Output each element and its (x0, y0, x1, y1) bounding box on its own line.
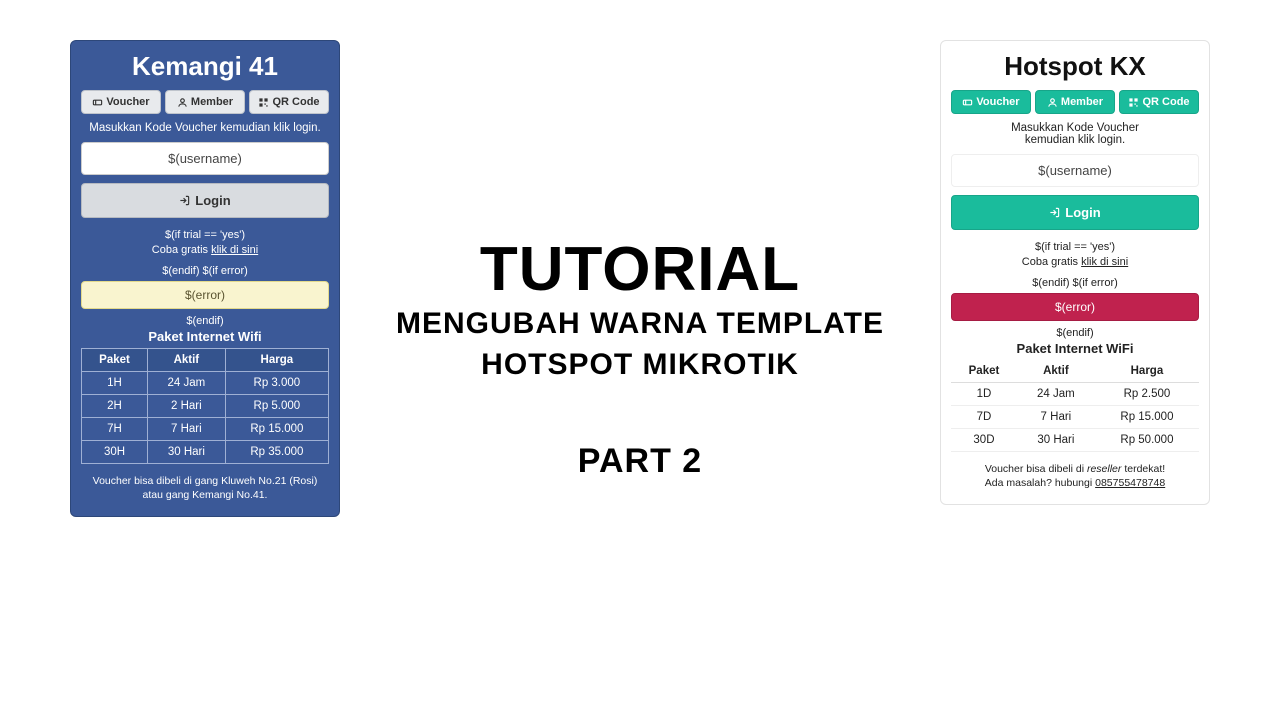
th-harga: Harga (1095, 360, 1199, 383)
tab-row: Voucher Member QR Code (81, 90, 329, 114)
table-row: 7H 7 Hari Rp 15.000 (82, 417, 329, 440)
package-table: Paket Aktif Harga 1H 24 Jam Rp 3.000 2H … (81, 348, 329, 464)
table-row: 2H 2 Hari Rp 5.000 (82, 394, 329, 417)
footer-text: Voucher bisa dibeli di gang Kluweh No.21… (81, 474, 329, 502)
tab-voucher-label: Voucher (976, 96, 1019, 108)
footer-text: Voucher bisa dibeli di reseller terdekat… (951, 462, 1199, 490)
username-input[interactable]: $(username) (81, 142, 329, 175)
tutorial-title-block: TUTORIAL MENGUBAH WARNA TEMPLATE HOTSPOT… (396, 239, 884, 481)
endif: $(endif) (951, 327, 1199, 339)
support-phone[interactable]: 085755478748 (1095, 477, 1165, 489)
tab-member-label: Member (191, 96, 233, 108)
table-row: 7D 7 Hari Rp 15.000 (951, 405, 1199, 428)
endif: $(endif) (81, 315, 329, 327)
login-button[interactable]: Login (951, 195, 1199, 230)
th-aktif: Aktif (1017, 360, 1095, 383)
login-icon (1049, 207, 1060, 218)
trial-block: $(if trial == 'yes') Coba gratis klik di… (81, 228, 329, 259)
endif-iferror: $(endif) $(if error) (951, 277, 1199, 289)
panel-title: Hotspot KX (951, 51, 1199, 82)
error-box: $(error) (951, 293, 1199, 321)
login-icon (179, 195, 190, 206)
login-label: Login (1065, 205, 1100, 220)
tab-qrcode[interactable]: QR Code (249, 90, 329, 114)
trial-link[interactable]: klik di sini (1081, 256, 1128, 268)
user-icon (177, 97, 188, 108)
ticket-icon (92, 97, 103, 108)
instruction-text: Masukkan Kode Voucher kemudian klik logi… (81, 122, 329, 134)
login-label: Login (195, 193, 230, 208)
panel-title: Kemangi 41 (81, 51, 329, 82)
hotspot-panel-blue: Kemangi 41 Voucher Member QR Code Masukk… (70, 40, 340, 517)
table-row: 30D 30 Hari Rp 50.000 (951, 428, 1199, 451)
qrcode-icon (258, 97, 269, 108)
th-paket: Paket (82, 348, 148, 371)
user-icon (1047, 97, 1058, 108)
tab-qrcode-label: QR Code (1142, 96, 1189, 108)
tab-voucher[interactable]: Voucher (951, 90, 1031, 114)
th-harga: Harga (225, 348, 328, 371)
trial-if: $(if trial == 'yes') (951, 240, 1199, 255)
trial-text: Coba gratis (152, 244, 211, 256)
title-line-1: TUTORIAL (396, 239, 884, 301)
tab-member-label: Member (1061, 96, 1103, 108)
tab-member[interactable]: Member (1035, 90, 1115, 114)
tab-voucher[interactable]: Voucher (81, 90, 161, 114)
trial-block: $(if trial == 'yes') Coba gratis klik di… (951, 240, 1199, 271)
trial-text: Coba gratis (1022, 256, 1081, 268)
tab-row: Voucher Member QR Code (951, 90, 1199, 114)
hotspot-panel-green: Hotspot KX Voucher Member QR Code Masukk… (940, 40, 1210, 505)
login-button[interactable]: Login (81, 183, 329, 218)
error-box: $(error) (81, 281, 329, 309)
endif-iferror: $(endif) $(if error) (81, 265, 329, 277)
package-title: Paket Internet WiFi (951, 341, 1199, 356)
th-paket: Paket (951, 360, 1017, 383)
table-row: 30H 30 Hari Rp 35.000 (82, 440, 329, 463)
ticket-icon (962, 97, 973, 108)
tab-qrcode[interactable]: QR Code (1119, 90, 1199, 114)
qrcode-icon (1128, 97, 1139, 108)
table-row: 1H 24 Jam Rp 3.000 (82, 371, 329, 394)
title-line-2b: HOTSPOT MIKROTIK (396, 348, 884, 383)
package-title: Paket Internet Wifi (81, 329, 329, 344)
username-input[interactable]: $(username) (951, 154, 1199, 187)
tab-qrcode-label: QR Code (272, 96, 319, 108)
package-table: Paket Aktif Harga 1D 24 Jam Rp 2.500 7D … (951, 360, 1199, 452)
tab-voucher-label: Voucher (106, 96, 149, 108)
th-aktif: Aktif (148, 348, 226, 371)
table-row: 1D 24 Jam Rp 2.500 (951, 382, 1199, 405)
instruction-text: Masukkan Kode Voucher kemudian klik logi… (951, 122, 1199, 146)
trial-link[interactable]: klik di sini (211, 244, 258, 256)
trial-if: $(if trial == 'yes') (81, 228, 329, 243)
title-line-3: PART 2 (396, 442, 884, 481)
tab-member[interactable]: Member (165, 90, 245, 114)
title-line-2a: MENGUBAH WARNA TEMPLATE (396, 307, 884, 342)
